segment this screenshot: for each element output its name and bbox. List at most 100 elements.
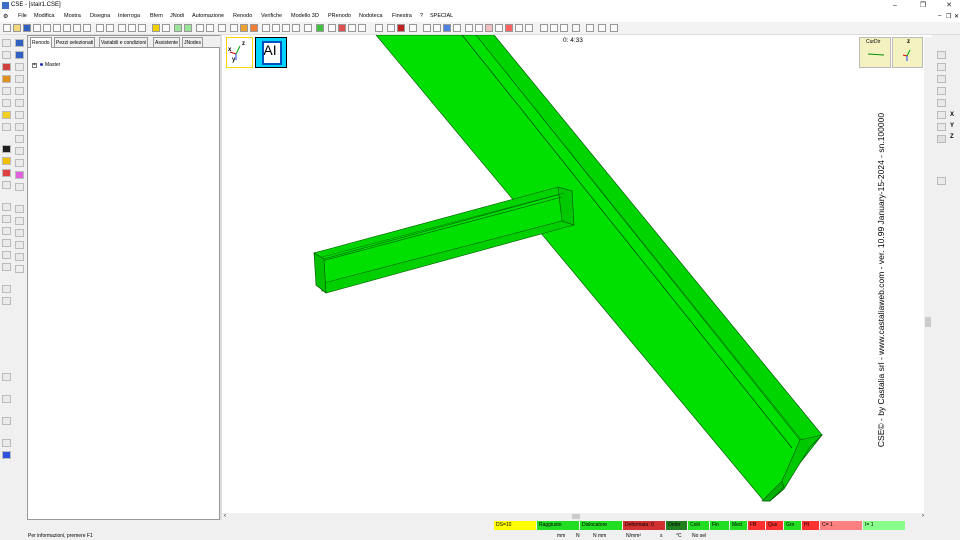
arrow-right-icon[interactable] <box>206 24 214 32</box>
rtool-d-icon[interactable] <box>937 87 946 95</box>
tool-icon-6[interactable] <box>495 24 503 32</box>
tool2-disk-icon[interactable] <box>15 51 24 59</box>
view-icon-3[interactable] <box>240 24 248 32</box>
tool-icon-4[interactable] <box>475 24 483 32</box>
tab-assistente[interactable]: Assistente <box>153 37 181 48</box>
vertical-scrollbar[interactable] <box>924 37 932 513</box>
arrow-left-icon[interactable] <box>196 24 204 32</box>
tool-a-icon[interactable] <box>2 285 11 293</box>
open-icon[interactable] <box>13 24 21 32</box>
tool-bolt-icon[interactable] <box>2 63 11 71</box>
mdi-minimize-icon[interactable]: – <box>938 13 941 19</box>
dash-icon[interactable] <box>453 24 461 32</box>
tool-measure-icon[interactable] <box>2 111 11 119</box>
tool2-f-icon[interactable] <box>15 123 24 131</box>
rotate-y-icon[interactable] <box>338 24 346 32</box>
tool-plate-icon[interactable] <box>2 87 11 95</box>
tool-red-icon[interactable] <box>2 169 11 177</box>
menu-verifiche[interactable]: Verifiche <box>261 13 282 19</box>
plus-icon-2[interactable] <box>550 24 558 32</box>
plus-icon-4[interactable] <box>586 24 594 32</box>
rtool-i-icon[interactable] <box>937 177 946 185</box>
render-solid-icon[interactable] <box>397 24 405 32</box>
tool-gear-icon[interactable] <box>2 227 11 235</box>
paste-icon[interactable] <box>53 24 61 32</box>
menu-automazione[interactable]: Automazione <box>192 13 224 19</box>
menu-mostra[interactable]: Mostra <box>64 13 81 19</box>
line-icon[interactable] <box>433 24 441 32</box>
maximize-button[interactable]: ❐ <box>914 1 932 10</box>
arrows-icon[interactable] <box>572 24 580 32</box>
horizontal-scrollbar[interactable]: ‹ › <box>222 513 932 520</box>
tool2-a-icon[interactable] <box>15 63 24 71</box>
status-ombr[interactable]: Ombr <box>666 521 687 530</box>
axis-y-button[interactable]: Y <box>950 123 954 129</box>
mdi-restore-icon[interactable]: ❐ <box>946 13 951 20</box>
zoom-out-icon[interactable] <box>272 24 280 32</box>
tool-x-icon[interactable] <box>2 263 11 271</box>
menu-file[interactable]: File <box>18 13 27 19</box>
status-raggiusto[interactable]: Raggiusto <box>537 521 579 530</box>
status-dislocatore[interactable]: Dislocatore <box>580 521 622 530</box>
menu-interroga[interactable]: Interroga <box>118 13 140 19</box>
minimize-button[interactable]: – <box>886 1 904 10</box>
tool-select-icon[interactable] <box>2 39 11 47</box>
status-colri[interactable]: Colri <box>688 521 709 530</box>
status-quo[interactable]: Quo <box>766 521 783 530</box>
tool-icon-7[interactable] <box>505 24 513 32</box>
grid-icon[interactable] <box>162 24 170 32</box>
status-i[interactable]: I= 1 <box>863 521 905 530</box>
plus-icon-1[interactable] <box>540 24 548 32</box>
snap-icon[interactable] <box>304 24 312 32</box>
cut-icon[interactable] <box>33 24 41 32</box>
help-pointer-icon[interactable] <box>610 24 618 32</box>
menu-help[interactable]: ? <box>420 13 423 19</box>
rtool-b-icon[interactable] <box>937 63 946 71</box>
plus-icon-5[interactable] <box>598 24 606 32</box>
tool-c-icon[interactable] <box>2 395 11 403</box>
menu-finestra[interactable]: Finestra <box>392 13 412 19</box>
tab-variabili-condizioni[interactable]: Variabili e condizioni <box>99 37 149 48</box>
rtool-a-icon[interactable] <box>937 51 946 59</box>
measure-icon[interactable] <box>118 24 126 32</box>
tool-line-icon[interactable] <box>2 215 11 223</box>
redo-icon[interactable] <box>73 24 81 32</box>
tool-icon-8[interactable] <box>515 24 523 32</box>
zoom-window-icon[interactable] <box>128 24 136 32</box>
status-ht[interactable]: Ht <box>802 521 819 530</box>
tool-weld-icon[interactable] <box>2 75 11 83</box>
3d-viewport[interactable]: 0: 4:33 <box>222 35 932 513</box>
tool-dim-icon[interactable] <box>2 251 11 259</box>
status-deformata[interactable]: Deformata: 0 <box>623 521 665 530</box>
tab-renodo[interactable]: Renodo <box>30 37 52 48</box>
menu-modifica[interactable]: Modifica <box>34 13 54 19</box>
status-fb[interactable]: FB <box>748 521 765 530</box>
rtool-g-icon[interactable] <box>937 123 946 131</box>
view-icon-1[interactable] <box>218 24 226 32</box>
tool-stair-icon[interactable] <box>2 181 11 189</box>
iso-icon[interactable] <box>375 24 383 32</box>
menu-renodo[interactable]: Renodo <box>233 13 252 19</box>
tool2-p-icon[interactable] <box>15 265 24 273</box>
arrow-up-icon[interactable] <box>174 24 182 32</box>
scroll-left-icon[interactable]: ‹ <box>224 513 226 519</box>
horizontal-scroll-thumb[interactable] <box>572 514 580 519</box>
close-button[interactable]: ✕ <box>940 1 958 10</box>
rtool-f-icon[interactable] <box>937 111 946 119</box>
tool-profile-icon[interactable] <box>2 203 11 211</box>
tool2-n-icon[interactable] <box>15 241 24 249</box>
status-grn[interactable]: Grn <box>784 521 801 530</box>
tool2-l-icon[interactable] <box>15 217 24 225</box>
mdi-icon[interactable]: ⚙ <box>3 13 8 20</box>
menu-nodoteca[interactable]: Nodoteca <box>359 13 383 19</box>
rotate-x-icon[interactable] <box>328 24 336 32</box>
rotate-z-icon[interactable] <box>348 24 356 32</box>
ai-button[interactable]: AI <box>255 37 287 68</box>
view-icon-2[interactable] <box>230 24 238 32</box>
view-icon-4[interactable] <box>250 24 258 32</box>
mdi-close-icon[interactable]: ✕ <box>954 13 959 20</box>
tool2-m-icon[interactable] <box>15 229 24 237</box>
tool2-g-icon[interactable] <box>15 135 24 143</box>
axis-x-button[interactable]: X <box>950 112 954 118</box>
menu-jnodi[interactable]: JNodi <box>170 13 184 19</box>
